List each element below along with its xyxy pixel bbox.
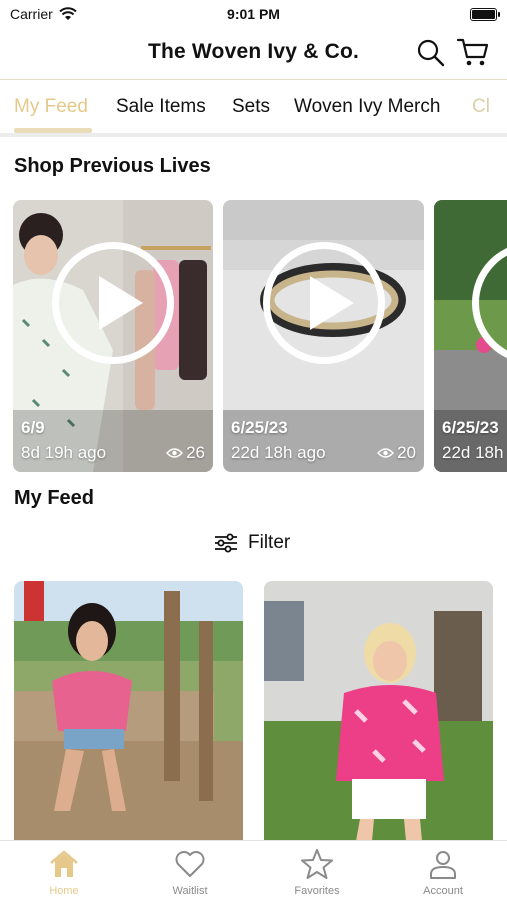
product-card[interactable] xyxy=(14,581,243,841)
tab-my-feed[interactable]: My Feed xyxy=(14,96,88,118)
nav-home[interactable]: Home xyxy=(14,847,114,897)
cart-icon[interactable] xyxy=(456,36,490,68)
nav-account-label: Account xyxy=(423,885,463,897)
tab-sets[interactable]: Sets xyxy=(232,96,270,118)
live-time-ago: 8d 19h ago xyxy=(21,443,107,462)
product-image xyxy=(14,581,243,841)
my-feed-heading: My Feed xyxy=(14,487,95,509)
status-time: 9:01 PM xyxy=(227,6,280,22)
eye-icon xyxy=(166,448,184,458)
category-tabs: My Feed Sale Items Sets Woven Ivy Merch … xyxy=(0,80,507,137)
bottom-tab-bar: Home Waitlist Favorites Account xyxy=(0,840,507,900)
tab-woven-ivy-merch[interactable]: Woven Ivy Merch xyxy=(294,96,440,118)
live-view-count: 26 xyxy=(166,443,205,463)
battery-icon xyxy=(470,8,500,21)
heart-icon xyxy=(175,851,205,877)
live-time-ago: 22d 18h ago xyxy=(231,443,326,462)
view-count-value: 20 xyxy=(397,443,416,462)
play-button-icon[interactable] xyxy=(263,242,385,364)
product-card[interactable] xyxy=(264,581,493,841)
live-video-card[interactable]: 6/9 8d 19h ago 26 xyxy=(13,200,213,472)
live-video-card[interactable]: 6/25/23 22d 18h xyxy=(434,200,507,472)
live-date: 6/9 xyxy=(21,418,45,437)
search-icon[interactable] xyxy=(416,38,446,68)
active-tab-indicator xyxy=(14,128,92,133)
eye-icon xyxy=(377,448,395,458)
live-view-count: 20 xyxy=(377,443,416,463)
person-icon xyxy=(430,851,456,879)
filter-label: Filter xyxy=(248,532,291,553)
view-count-value: 26 xyxy=(186,443,205,462)
live-date: 6/25/23 xyxy=(442,418,499,437)
live-video-card[interactable]: 6/25/23 22d 18h ago 20 xyxy=(223,200,424,472)
star-icon xyxy=(301,849,333,879)
filter-button[interactable]: Filter xyxy=(214,532,290,554)
nav-favorites-label: Favorites xyxy=(294,885,340,897)
tab-sale-items[interactable]: Sale Items xyxy=(116,96,206,118)
play-button-icon[interactable] xyxy=(52,242,174,364)
home-icon xyxy=(50,850,78,877)
nav-account[interactable]: Account xyxy=(393,847,493,897)
app-header: The Woven Ivy & Co. xyxy=(0,30,507,80)
status-bar: Carrier 9:01 PM xyxy=(0,0,507,30)
product-image xyxy=(264,581,493,841)
previous-lives-heading: Shop Previous Lives xyxy=(14,155,211,177)
nav-waitlist[interactable]: Waitlist xyxy=(140,847,240,897)
live-date: 6/25/23 xyxy=(231,418,288,437)
sliders-icon xyxy=(215,533,237,553)
nav-home-label: Home xyxy=(49,885,79,897)
live-time-ago: 22d 18h xyxy=(442,443,504,462)
nav-favorites[interactable]: Favorites xyxy=(267,847,367,897)
nav-waitlist-label: Waitlist xyxy=(172,885,208,897)
tab-clipped[interactable]: Cl xyxy=(472,96,490,118)
